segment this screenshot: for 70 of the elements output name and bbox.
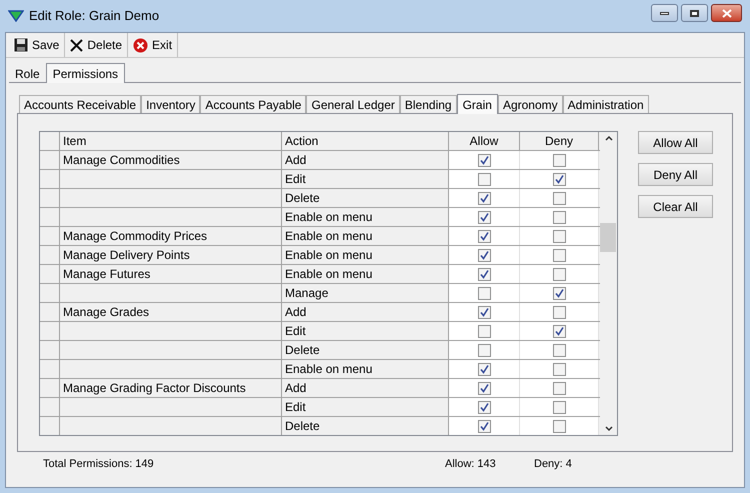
- action-button[interactable]: Allow All: [638, 131, 713, 154]
- checkbox[interactable]: [478, 210, 490, 224]
- tab[interactable]: Permissions: [46, 63, 126, 83]
- scroll-thumb[interactable]: [600, 223, 616, 252]
- tab[interactable]: Agronomy: [498, 95, 563, 113]
- checkbox[interactable]: [552, 306, 566, 318]
- checkbox[interactable]: [478, 324, 490, 338]
- column-header: Allow: [449, 132, 520, 150]
- checkbox[interactable]: [552, 420, 566, 432]
- checkbox[interactable]: [552, 192, 566, 204]
- checkbox[interactable]: [552, 248, 566, 262]
- tab[interactable]: Inventory: [141, 95, 200, 113]
- x-mark-icon: [70, 38, 84, 52]
- app-logo-icon: [8, 10, 24, 22]
- minimize-button[interactable]: [651, 4, 678, 22]
- tab[interactable]: General Ledger: [306, 95, 400, 113]
- column-header: Deny: [520, 132, 599, 150]
- tab[interactable]: Grain: [456, 94, 498, 114]
- checkbox[interactable]: [552, 210, 566, 224]
- allow-count-label: Allow: 143: [445, 456, 497, 472]
- table-cell: Manage Delivery Points: [60, 246, 282, 264]
- column-header: Item: [60, 132, 282, 150]
- close-circle-icon: [133, 38, 148, 52]
- tab[interactable]: Blending: [400, 95, 457, 113]
- checkbox[interactable]: [478, 268, 490, 280]
- checkbox[interactable]: [478, 192, 490, 204]
- table-cell: Manage Grading Factor Discounts: [60, 379, 282, 397]
- checkbox[interactable]: [552, 286, 566, 300]
- checkbox[interactable]: [552, 344, 566, 356]
- window-title: Edit Role: Grain Demo: [29, 7, 160, 26]
- scroll-up-icon[interactable]: [604, 135, 612, 141]
- checkbox[interactable]: [552, 154, 566, 166]
- column-header: Action: [282, 132, 449, 150]
- table-cell: Manage Futures: [60, 265, 282, 283]
- checkbox[interactable]: [552, 268, 566, 280]
- checkbox[interactable]: [478, 248, 490, 262]
- tab[interactable]: Accounts Payable: [200, 95, 306, 113]
- tab[interactable]: Accounts Receivable: [19, 95, 142, 113]
- table-cell: Manage Commodities: [60, 151, 282, 169]
- deny-count-label: Deny: 4: [534, 456, 572, 472]
- checkbox[interactable]: [478, 382, 490, 394]
- table-cell: Manage Grades: [60, 303, 282, 321]
- checkbox[interactable]: [478, 362, 490, 376]
- toolbar-button[interactable]: Delete: [65, 33, 128, 57]
- checkbox[interactable]: [478, 306, 490, 318]
- checkbox[interactable]: [478, 230, 490, 242]
- tab[interactable]: Administration: [562, 95, 649, 113]
- checkbox[interactable]: [478, 400, 490, 414]
- checkbox[interactable]: [478, 154, 490, 166]
- checkbox[interactable]: [552, 172, 566, 186]
- close-icon: [722, 8, 732, 18]
- toolbar-button[interactable]: Exit: [128, 33, 178, 57]
- scroll-down-icon[interactable]: [604, 426, 612, 432]
- tab[interactable]: Role: [9, 65, 46, 82]
- action-button[interactable]: Deny All: [638, 163, 713, 186]
- checkbox[interactable]: [552, 400, 566, 414]
- action-button[interactable]: Clear All: [638, 195, 713, 218]
- checkbox[interactable]: [478, 420, 490, 432]
- table-cell: Manage Commodity Prices: [60, 227, 282, 245]
- maximize-button[interactable]: [681, 4, 708, 22]
- checkbox[interactable]: [552, 324, 566, 338]
- toolbar-button[interactable]: Save: [9, 33, 66, 57]
- checkbox[interactable]: [478, 172, 490, 186]
- checkbox[interactable]: [552, 362, 566, 376]
- checkbox[interactable]: [478, 344, 490, 356]
- checkbox[interactable]: [478, 286, 490, 300]
- total-permissions-label: Total Permissions: 149: [43, 456, 155, 472]
- checkbox[interactable]: [552, 230, 566, 242]
- checkbox[interactable]: [552, 382, 566, 394]
- close-button[interactable]: [711, 4, 742, 22]
